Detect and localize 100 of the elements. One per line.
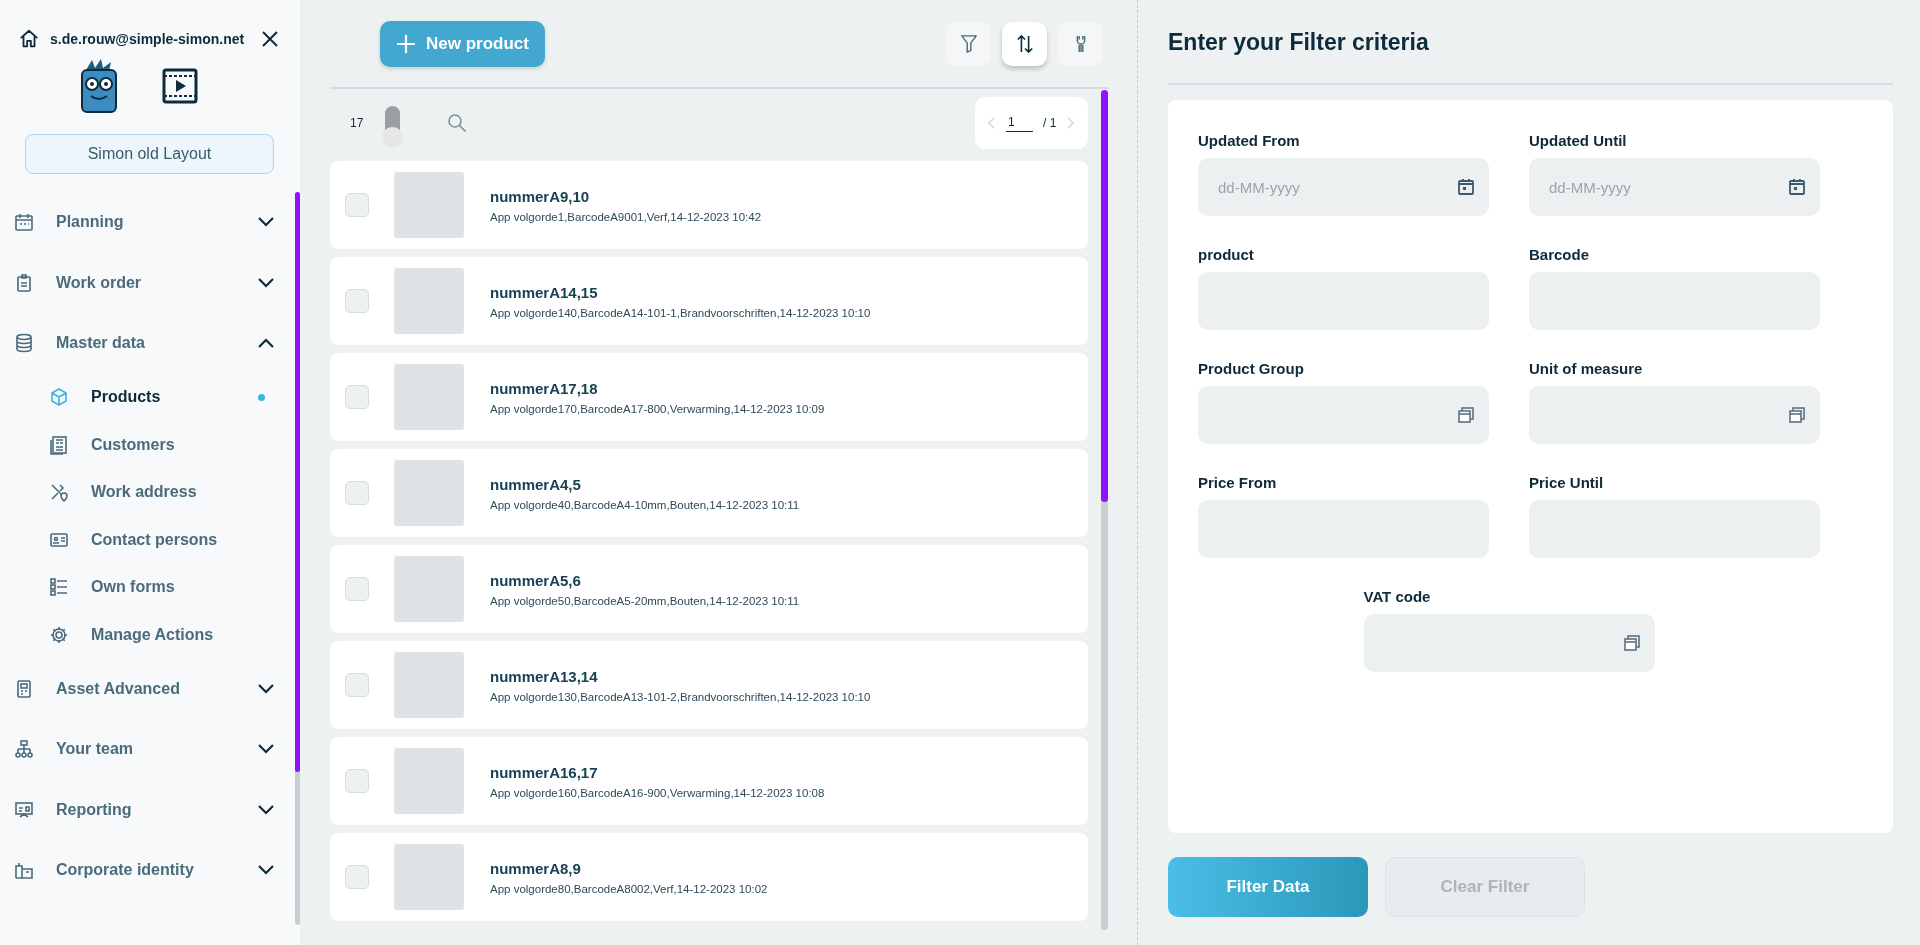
product-title: nummerA5,6 xyxy=(490,571,582,589)
plus-icon xyxy=(396,33,416,54)
field-label: Product Group xyxy=(1198,360,1305,377)
chevron-right-icon[interactable] xyxy=(1066,116,1076,130)
filter-icon xyxy=(959,33,978,54)
calendar-icon xyxy=(14,212,34,233)
nav-group[interactable]: Asset Advanced xyxy=(0,658,295,719)
device-icon xyxy=(14,678,34,699)
nav-item[interactable]: Contact persons xyxy=(0,516,295,564)
input-field[interactable]: dd-MM-yyyy xyxy=(1529,158,1820,216)
product-title: nummerA14,15 xyxy=(490,283,599,301)
filter-button[interactable] xyxy=(946,21,991,66)
nav-item[interactable]: Products xyxy=(0,373,295,421)
product-details: App volgorde1,BarcodeA9001,Verf,14-12-2023 10:42 xyxy=(490,210,762,223)
input-field[interactable]: dd-MM-yyyy xyxy=(1198,158,1489,216)
home-icon[interactable] xyxy=(18,28,40,50)
scrollbar[interactable] xyxy=(295,192,300,925)
gear-icon xyxy=(49,624,69,645)
product-title: nummerA4,5 xyxy=(490,475,582,493)
checkbox[interactable] xyxy=(345,385,369,409)
list-icon xyxy=(49,577,69,598)
product-details: App volgorde160,BarcodeA16-900,Verwarming,14-12-2023 10:08 xyxy=(490,786,825,799)
checkbox[interactable] xyxy=(345,673,369,697)
cube-icon xyxy=(49,387,69,408)
nav-item[interactable]: Customers xyxy=(0,421,295,469)
field-label: Updated Until xyxy=(1529,132,1628,149)
product-details: App volgorde50,BarcodeA5-20mm,Bouten,14-12-2023 10:11 xyxy=(490,594,800,607)
user-email: s.de.rouw@simple-simon.net xyxy=(50,31,246,47)
product-title: nummerA17,18 xyxy=(490,379,599,397)
nav-item[interactable]: Work address xyxy=(0,468,295,516)
product-row[interactable]: nummerA9,10 App volgorde1,BarcodeA9001,Verf,14-12-2023 10:42 xyxy=(330,161,1088,249)
checkbox[interactable] xyxy=(345,865,369,889)
sort-button[interactable] xyxy=(1002,21,1047,66)
product-row[interactable]: nummerA4,5 App volgorde40,BarcodeA4-10mm,Bouten,14-12-2023 10:11 xyxy=(330,449,1088,537)
field-label: Unit of measure xyxy=(1529,360,1644,377)
nav-group[interactable]: Your team xyxy=(0,719,295,780)
product-row[interactable]: nummerA14,15 App volgorde140,BarcodeA14-101-1,Brandvoorschriften,14-12-2023 10:10 xyxy=(330,257,1088,345)
nav-group[interactable]: Corporate identity xyxy=(0,840,295,901)
calendar-icon[interactable] xyxy=(1457,178,1475,196)
photo-placeholder xyxy=(394,556,464,622)
tools-icon xyxy=(49,482,69,503)
product-title: nummerA16,17 xyxy=(490,763,599,781)
nav-group[interactable]: Work order xyxy=(0,252,295,313)
product-row[interactable]: nummerA8,9 App volgorde80,BarcodeA8002,Verf,14-12-2023 10:02 xyxy=(330,833,1088,921)
chevron-left-icon[interactable] xyxy=(987,116,996,130)
photo-placeholder xyxy=(394,652,464,718)
product-row[interactable]: nummerA16,17 App volgorde160,BarcodeA16-900,Verwarming,14-12-2023 10:08 xyxy=(330,737,1088,825)
item-count: 17 xyxy=(350,116,365,130)
field-label: Price From xyxy=(1198,474,1278,491)
product-row[interactable]: nummerA13,14 App volgorde130,BarcodeA13-101-2,Brandvoorschriften,14-12-2023 10:10 xyxy=(330,641,1088,729)
nav-item[interactable]: Own forms xyxy=(0,563,295,611)
product-row[interactable]: nummerA17,18 App volgorde170,BarcodeA17-800,Verwarming,14-12-2023 10:09 xyxy=(330,353,1088,441)
photo-placeholder xyxy=(394,844,464,910)
product-details: App volgorde140,BarcodeA14-101-1,Brandvoorschriften,14-12-2023 10:10 xyxy=(490,306,871,319)
scrollbar[interactable] xyxy=(1101,90,1108,930)
video-icon[interactable] xyxy=(162,68,198,104)
windows-icon[interactable] xyxy=(1622,634,1641,652)
filter-button[interactable]: Filter Data xyxy=(1168,857,1368,917)
nav-item[interactable]: Manage Actions xyxy=(0,611,295,659)
toggle-switch[interactable] xyxy=(382,106,403,148)
input-field[interactable] xyxy=(1363,614,1655,672)
nav-group[interactable]: Planning xyxy=(0,192,295,253)
checkbox[interactable] xyxy=(345,193,369,217)
database-icon xyxy=(14,333,34,354)
checkbox[interactable] xyxy=(345,769,369,793)
nav-group[interactable]: Master data xyxy=(0,313,295,374)
photo-placeholder xyxy=(394,268,464,334)
panel-title: Enter your Filter criteria xyxy=(1168,0,1893,85)
windows-icon[interactable] xyxy=(1457,406,1475,424)
product-title: nummerA9,10 xyxy=(490,187,591,205)
field-label: product xyxy=(1198,246,1255,263)
search-icon[interactable] xyxy=(447,113,467,133)
org-icon xyxy=(14,739,34,760)
input-field[interactable] xyxy=(1529,386,1820,444)
close-icon[interactable] xyxy=(260,29,280,49)
photo-placeholder xyxy=(394,460,464,526)
photo-placeholder xyxy=(394,748,464,814)
product-row[interactable]: nummerA5,6 App volgorde50,BarcodeA5-20mm,Bouten,14-12-2023 10:11 xyxy=(330,545,1088,633)
new-product-button[interactable]: New product xyxy=(380,20,545,67)
calendar-icon[interactable] xyxy=(1788,178,1806,196)
input-field[interactable] xyxy=(1198,386,1489,444)
product-title: nummerA8,9 xyxy=(490,859,582,877)
layout-button[interactable]: Simon old Layout xyxy=(25,134,274,174)
sort-icon xyxy=(1015,32,1034,55)
active-dot xyxy=(258,393,265,401)
checkbox[interactable] xyxy=(345,577,369,601)
windows-icon[interactable] xyxy=(1788,406,1806,424)
field-label: Price Until xyxy=(1529,474,1605,491)
checkbox[interactable] xyxy=(345,481,369,505)
product-details: App volgorde130,BarcodeA13-101-2,Brandvoorschriften,14-12-2023 10:10 xyxy=(490,690,871,703)
photo-placeholder xyxy=(394,364,464,430)
nav-group[interactable]: Reporting xyxy=(0,779,295,840)
photo-placeholder xyxy=(394,172,464,238)
product-details: App volgorde80,BarcodeA8002,Verf,14-12-2023 10:02 xyxy=(490,882,768,895)
page-input[interactable]: 1 xyxy=(1006,114,1033,132)
building-icon xyxy=(14,860,34,881)
checkbox[interactable] xyxy=(345,289,369,313)
wrench-button[interactable] xyxy=(1058,21,1103,66)
field-label: VAT code xyxy=(1363,588,1432,605)
board-icon xyxy=(14,799,34,820)
